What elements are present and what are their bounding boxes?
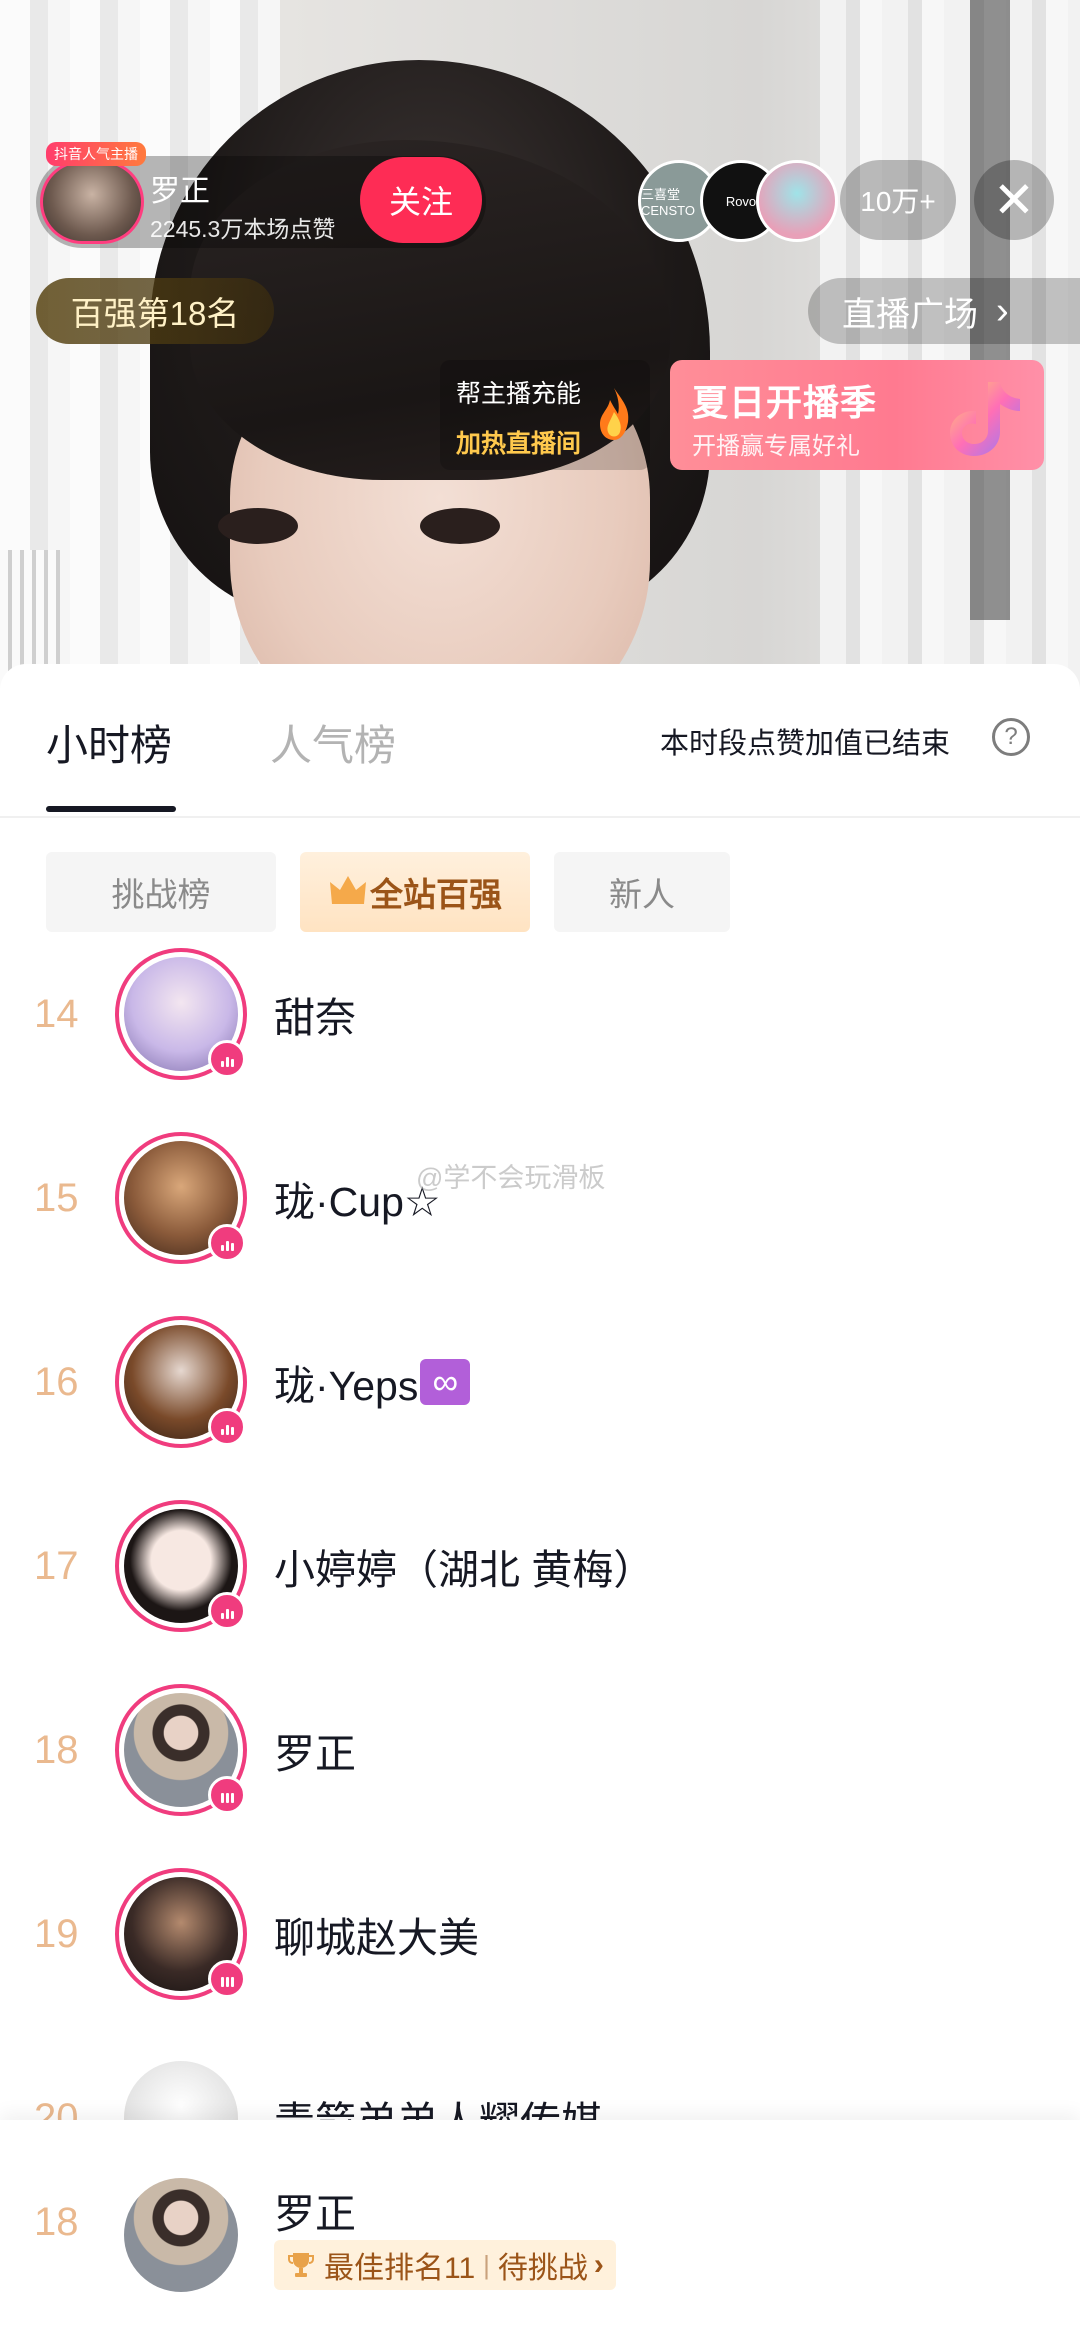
live-indicator-icon [208,1960,246,1998]
row-rank: 16 [34,1359,79,1404]
hundred-rank-pill[interactable]: 百强第18名 [36,278,274,344]
crown-icon [330,876,366,904]
live-indicator-icon [208,1040,246,1078]
chevron-right-icon: › [996,289,1009,332]
ranking-list: 14 甜奈 15 珑·Cup☆ 16 珑·Yeps ∞ 17 小婷婷（湖北 黄梅）… [0,948,1080,2120]
follow-button[interactable]: 关注 [360,157,482,243]
row-name: 罗正 [274,1731,356,1777]
fire-icon [600,388,629,440]
watermark: @学不会玩滑板 [416,1163,606,1193]
music-note-icon [950,382,1020,456]
best-separator: | [483,2249,490,2280]
row-name: 珑·Yeps ∞ [274,1290,471,1474]
anchor-name: 罗正 [150,175,210,208]
row-name: 珑·Cup☆ [274,1179,441,1225]
anchor-badge: 抖音人气主播 [46,142,146,166]
my-name: 罗正 [274,2191,356,2237]
period-note: 本时段点赞加值已结束 [660,728,951,760]
chip-top100-label: 全站百强 [370,876,502,913]
ranking-row[interactable]: 14 甜奈 [0,948,1080,1106]
ranking-row[interactable]: 16 珑·Yeps ∞ [0,1290,1080,1474]
ranking-row[interactable]: 19 聊城赵大美 [0,1842,1080,2026]
challenge-status: 待挑战 [497,2252,588,2285]
close-button[interactable]: ✕ [974,160,1054,240]
viewer-count[interactable]: 10万+ [840,160,956,240]
live-video-background [0,0,1080,700]
best-rank-pill[interactable]: 最佳排名11 | 待挑战 › [274,2240,616,2290]
tab-hourly[interactable]: 小时榜 [46,712,172,773]
boost-line-2: 加热直播间 [456,430,582,458]
my-rank: 18 [34,2200,79,2244]
anchor-likes: 2245.3万本场点赞 [150,216,336,242]
live-indicator-icon [208,1592,246,1630]
row-rank: 20 [34,2095,79,2121]
row-rank: 15 [34,1175,79,1220]
chip-challenge[interactable]: 挑战榜 [46,852,276,932]
avatar[interactable] [124,2061,238,2120]
tab-underline [46,806,176,812]
row-name: 青箭弟弟人耀传媒 [274,2026,602,2120]
row-rank: 17 [34,1543,79,1588]
live-plaza-label: 直播广场 [842,295,978,334]
trophy-icon [288,2253,314,2277]
row-name: 甜奈 [274,995,356,1041]
banner-title: 夏日开播季 [692,382,878,423]
live-indicator-icon [208,1408,246,1446]
row-rank: 19 [34,1911,79,1956]
row-name: 小婷婷（湖北 黄梅） [274,1547,655,1593]
ranking-row[interactable]: 18 罗正 [0,1658,1080,1842]
row-rank: 14 [34,991,79,1036]
boost-line-1: 帮主播充能 [456,380,582,408]
ranking-row[interactable]: 17 小婷婷（湖北 黄梅） [0,1474,1080,1658]
chip-newcomer[interactable]: 新人 [554,852,730,932]
live-indicator-icon [208,1776,246,1814]
anchor-avatar[interactable] [40,160,144,244]
live-indicator-icon [208,1224,246,1262]
best-rank-text: 最佳排名11 [324,2252,476,2285]
live-plaza-button[interactable]: 直播广场 › [808,278,1080,344]
banner-subtitle: 开播赢专属好礼 [692,433,860,460]
help-icon[interactable]: ? [992,718,1030,756]
tab-divider [0,816,1080,818]
tab-popularity[interactable]: 人气榜 [270,712,396,773]
streamer-eye-right [420,508,500,544]
row-name: 聊城赵大美 [274,1915,479,1961]
curtain-right [820,0,1080,700]
ranking-row[interactable]: 15 珑·Cup☆ [0,1106,1080,1290]
top-viewer-avatar[interactable] [756,160,838,242]
chevron-right-icon: › [593,2248,604,2281]
row-name-text: 珑·Yeps [274,1363,419,1409]
my-avatar[interactable] [124,2178,238,2292]
ranking-row[interactable]: 20 青箭弟弟人耀传媒 [0,2026,1080,2120]
row-rank: 18 [34,1727,79,1772]
streamer-eye-left [218,508,298,544]
chip-top100[interactable]: 全站百强 [300,852,530,932]
infinity-icon: ∞ [420,1359,471,1405]
